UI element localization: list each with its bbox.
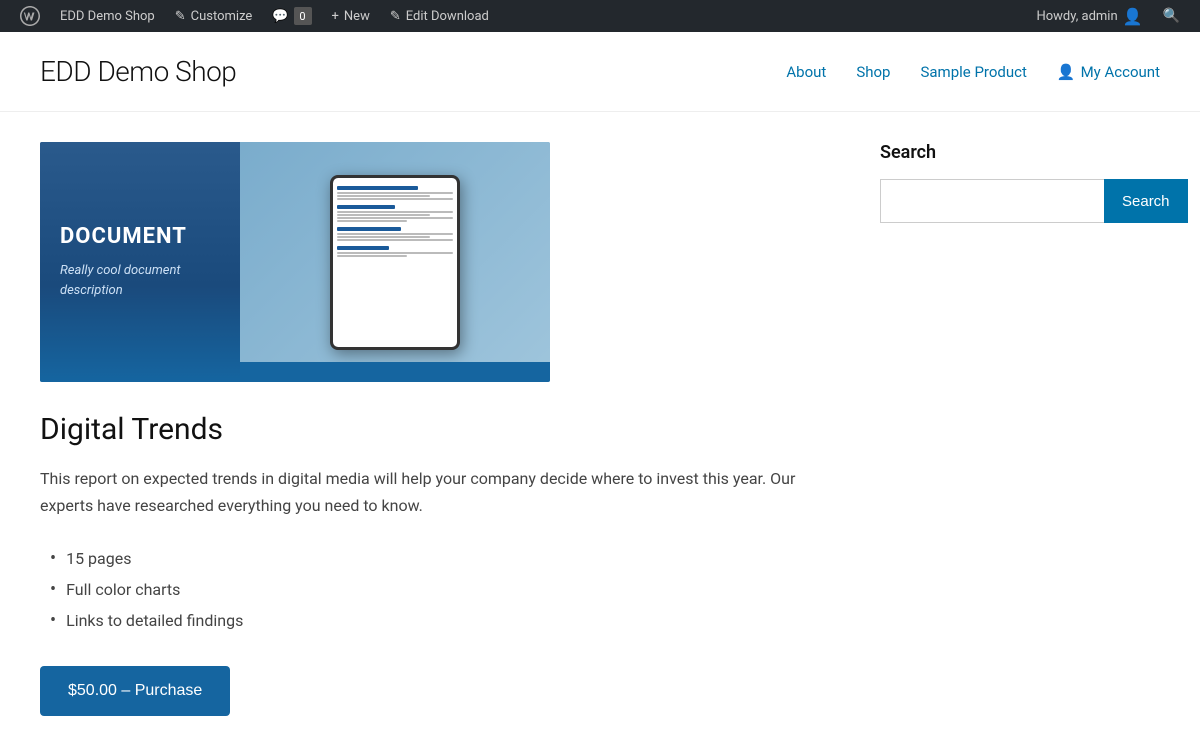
main-nav: About Shop Sample Product 👤 My Account: [786, 63, 1160, 81]
product-description: This report on expected trends in digita…: [40, 465, 800, 519]
wp-logo-item[interactable]: [10, 0, 50, 32]
comment-icon: 💬: [272, 9, 288, 24]
search-widget: Search Search: [880, 142, 1160, 223]
product-image-doc-desc: Really cool document description: [60, 261, 220, 300]
search-input[interactable]: [880, 179, 1104, 223]
search-form: Search: [880, 179, 1160, 223]
feature-text-2: Full color charts: [66, 580, 180, 599]
feature-text-1: 15 pages: [66, 549, 131, 568]
feature-item-2: Full color charts: [50, 574, 820, 605]
search-admin-icon: 🔍: [1163, 8, 1180, 24]
blue-stripe: [240, 362, 550, 382]
site-header: EDD Demo Shop About Shop Sample Product …: [0, 32, 1200, 112]
search-widget-title: Search: [880, 142, 1160, 163]
product-title: Digital Trends: [40, 412, 820, 447]
nav-my-account[interactable]: 👤 My Account: [1057, 63, 1160, 81]
tablet-mockup: [330, 175, 460, 350]
product-image-left: DOCUMENT Really cool document descriptio…: [40, 142, 240, 382]
nav-my-account-label: My Account: [1081, 63, 1160, 81]
feature-text-3: Links to detailed findings: [66, 611, 243, 630]
edit-download-label: Edit Download: [406, 9, 489, 24]
user-account-icon: 👤: [1057, 63, 1076, 81]
new-label: New: [344, 9, 370, 24]
plus-icon: +: [332, 9, 339, 24]
purchase-button[interactable]: $50.00 – Purchase: [40, 666, 230, 716]
new-item[interactable]: + New: [322, 0, 380, 32]
sidebar: Search Search: [880, 142, 1160, 716]
feature-item-1: 15 pages: [50, 543, 820, 574]
admin-bar: EDD Demo Shop ✎ Customize 💬 0 + New ✎ Ed…: [0, 0, 1200, 32]
pencil-icon: ✎: [175, 9, 186, 24]
feature-item-3: Links to detailed findings: [50, 605, 820, 636]
nav-about[interactable]: About: [786, 63, 826, 81]
edit-icon: ✎: [390, 9, 401, 24]
customize-label: Customize: [191, 9, 253, 24]
howdy-label: Howdy, admin: [1036, 9, 1117, 24]
product-image: DOCUMENT Really cool document descriptio…: [40, 142, 550, 382]
primary-content: DOCUMENT Really cool document descriptio…: [40, 142, 820, 716]
comments-item[interactable]: 💬 0: [262, 0, 321, 32]
avatar-icon: 👤: [1123, 7, 1143, 26]
site-name-item[interactable]: EDD Demo Shop: [50, 0, 165, 32]
product-image-overlay: DOCUMENT Really cool document descriptio…: [40, 142, 550, 382]
search-admin-icon-item[interactable]: 🔍: [1153, 8, 1190, 24]
main-content: DOCUMENT Really cool document descriptio…: [0, 112, 1200, 746]
wordpress-icon: [20, 6, 40, 26]
site-name-label: EDD Demo Shop: [60, 9, 155, 24]
site-title[interactable]: EDD Demo Shop: [40, 55, 236, 88]
product-image-right: [240, 142, 550, 382]
tablet-screen: [333, 178, 457, 347]
nav-shop[interactable]: Shop: [856, 63, 890, 81]
howdy-item[interactable]: Howdy, admin 👤: [1026, 7, 1152, 26]
product-image-doc-title: DOCUMENT: [60, 224, 220, 249]
nav-sample-product[interactable]: Sample Product: [920, 63, 1026, 81]
product-features: 15 pages Full color charts Links to deta…: [40, 543, 820, 636]
customize-item[interactable]: ✎ Customize: [165, 0, 263, 32]
admin-bar-right: Howdy, admin 👤 🔍: [1026, 7, 1190, 26]
comments-count: 0: [294, 7, 312, 25]
edit-download-item[interactable]: ✎ Edit Download: [380, 0, 499, 32]
search-button[interactable]: Search: [1104, 179, 1188, 223]
